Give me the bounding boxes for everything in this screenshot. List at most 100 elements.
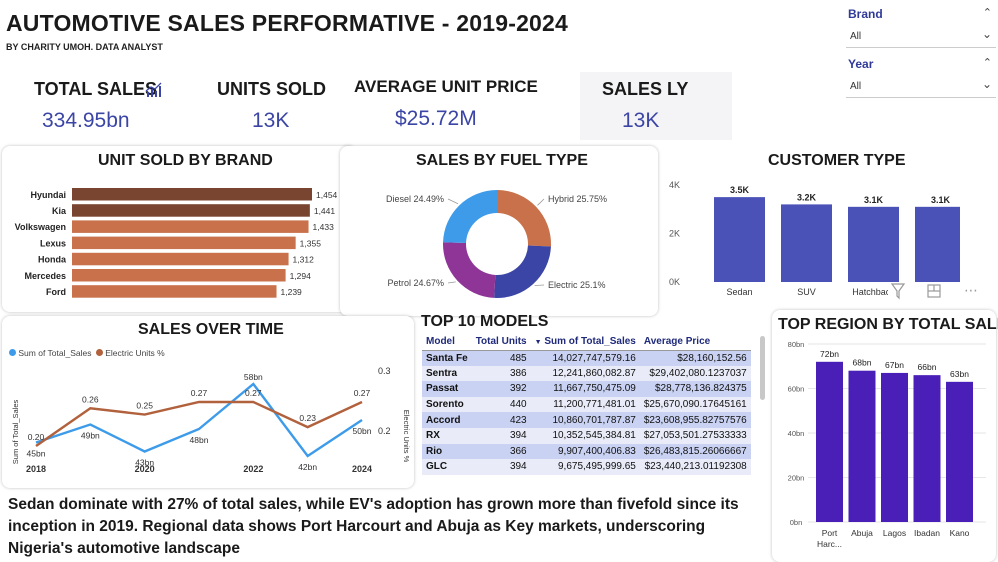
time-chart-panel[interactable]: SALES OVER TIME Sum of Total_Sales Elect…: [2, 316, 414, 488]
customer-y-tick: 0K: [669, 277, 680, 287]
brand-category-label: Mercedes: [24, 271, 66, 281]
customer-value-label: 3.1K: [931, 195, 951, 205]
brand-chart-panel[interactable]: UNIT SOLD BY BRAND Hyundai 1,454 Kia 1,441 V…: [2, 146, 356, 312]
col-model[interactable]: Model: [422, 334, 472, 351]
kpi-total-sales[interactable]: TOTAL SALES 334.95bn: [0, 72, 200, 140]
cell-total-sales: 10,860,701,787.87: [530, 412, 640, 428]
fuel-leader-line: [447, 281, 456, 284]
cell-average-price: $23,440,213.01192308: [639, 459, 751, 475]
col-total-units[interactable]: Total Units: [471, 334, 531, 351]
cell-average-price: $25,670,090.17645161: [639, 396, 751, 413]
brand-bar: [72, 188, 312, 201]
kpi-average-unit-price[interactable]: AVERAGE UNIT PRICE $25.72M: [345, 72, 575, 140]
fuel-donut-chart[interactable]: Hybrid 25.75% Electric 25.1% Petrol 24.67%…: [340, 172, 658, 316]
electric-data-label: 0.20: [28, 432, 45, 442]
chevron-down-icon[interactable]: ⌄: [982, 27, 992, 41]
region-category-label: Lagos: [883, 528, 906, 538]
region-value-label: 72bn: [820, 349, 839, 359]
legend-dot-sales: [9, 349, 16, 356]
cell-total-sales: 9,907,400,406.83: [530, 443, 640, 460]
time-line-chart[interactable]: Sum of Total_Sales Electric Units % 0.3 0.2…: [2, 358, 414, 488]
kpi-units-sold[interactable]: UNITS SOLD 13K: [200, 72, 340, 140]
table-row[interactable]: GLC 394 9,675,495,999.65 $23,440,213.011923…: [422, 459, 751, 475]
col-sum-total-sales[interactable]: ▼ Sum of Total_Sales: [530, 334, 640, 351]
table-row[interactable]: Accord 423 10,860,701,787.87 $23,608,955.82…: [422, 412, 751, 428]
visual-toolbar[interactable]: ⋯: [888, 282, 978, 302]
chevron-down-icon[interactable]: ⌄: [982, 77, 992, 91]
table-row[interactable]: Rio 366 9,907,400,406.83 $26,483,815.260666…: [422, 443, 751, 460]
cell-average-price: $23,608,955.82757576: [639, 412, 751, 428]
brand-chart-title: UNIT SOLD BY BRAND: [98, 152, 273, 169]
cell-model: Sentra: [422, 365, 472, 382]
brand-value-label: 1,433: [313, 222, 335, 232]
kpi-total-sales-value: 334.95bn: [42, 109, 130, 132]
brand-category-label: Hyundai: [30, 190, 66, 200]
fuel-chart-panel[interactable]: SALES BY FUEL TYPE Hybrid 25.75% Electric…: [340, 146, 658, 316]
electric-data-label: 0.27: [191, 388, 208, 398]
year-slicer[interactable]: Year ⌃ All ⌄: [846, 56, 996, 98]
electric-data-label: 0.27: [354, 388, 371, 398]
table-header-row: Model Total Units ▼ Sum of Total_Sales A…: [422, 334, 751, 351]
brand-bar-chart[interactable]: Hyundai 1,454 Kia 1,441 Volkswagen 1,433 Lexus…: [2, 176, 356, 310]
brand-category-label: Honda: [38, 255, 67, 265]
region-bar: [848, 370, 876, 522]
table-row[interactable]: Santa Fe 485 14,027,747,579.16 $28,160,152.…: [422, 350, 751, 366]
customer-chart-title: CUSTOMER TYPE: [768, 152, 906, 169]
fuel-leader-line: [447, 198, 459, 205]
table-row[interactable]: Sorento 440 11,200,771,481.01 $25,670,090.1…: [422, 396, 751, 413]
scrollbar[interactable]: [760, 336, 765, 400]
region-y-tick: 0bn: [790, 518, 803, 527]
time-chart-title: SALES OVER TIME: [138, 321, 284, 338]
brand-value-label: 1,294: [290, 271, 312, 281]
sales-data-label: 48bn: [190, 435, 209, 445]
focus-mode-icon[interactable]: [926, 283, 942, 299]
line-legend: Sum of Total_Sales Electric Units %: [9, 348, 165, 358]
fuel-slice-label: Hybrid 25.75%: [548, 194, 607, 204]
chevron-up-icon[interactable]: ⌃: [983, 6, 992, 19]
legend-sales-label: Sum of Total_Sales: [18, 348, 92, 358]
fuel-slice-label: Diesel 24.49%: [386, 194, 444, 204]
cell-model: Sorento: [422, 396, 472, 413]
trend-chart-icon: [145, 82, 162, 97]
region-bar: [913, 375, 941, 522]
fuel-slice: [443, 242, 496, 298]
time-x-tick: 2018: [26, 464, 46, 474]
brand-slicer-label: Brand: [848, 7, 883, 21]
cell-total-units: 394: [471, 459, 531, 475]
year-slicer-label: Year: [848, 57, 874, 71]
filter-icon[interactable]: [890, 282, 906, 300]
fuel-slice: [443, 190, 497, 244]
fuel-leader-line: [534, 284, 545, 286]
cell-model: Rio: [422, 443, 472, 460]
kpi-sales-ly[interactable]: SALES LY 13K: [580, 72, 732, 140]
cell-average-price: $28,160,152.56: [639, 350, 751, 366]
time-y2-tick: 0.2: [378, 426, 391, 436]
year-dropdown[interactable]: All ⌄: [846, 76, 996, 98]
cell-total-units: 386: [471, 365, 531, 382]
time-x-tick: 2020: [135, 464, 155, 474]
cell-model: Santa Fe: [422, 350, 472, 366]
cell-total-units: 485: [471, 350, 531, 366]
kpi-units-sold-label: UNITS SOLD: [217, 79, 327, 99]
brand-category-label: Volkswagen: [15, 222, 66, 232]
region-chart-panel[interactable]: TOP REGION BY TOTAL SALE 0bn 20bn 40bn 60bn…: [772, 310, 998, 562]
top-models-panel[interactable]: TOP 10 MODELS Model Total Units ▼ Sum of…: [418, 310, 766, 482]
region-bar-chart[interactable]: 0bn 20bn 40bn 60bn 80bn 72bn PortHarc... 68bn Ab…: [772, 338, 996, 560]
fuel-slice: [497, 190, 551, 247]
region-category-label: Ibadan: [914, 528, 940, 538]
table-row[interactable]: RX 394 10,352,545,384.81 $27,053,501.275333…: [422, 427, 751, 444]
brand-dropdown[interactable]: All ⌄: [846, 26, 996, 48]
table-row[interactable]: Sentra 386 12,241,860,082.87 $29,402,080.12…: [422, 365, 751, 382]
col-average-price[interactable]: Average Price: [639, 334, 751, 351]
brand-bar: [72, 220, 309, 233]
cell-model: Passat: [422, 381, 472, 397]
table-row[interactable]: Passat 392 11,667,750,475.09 $28,778,136.82…: [422, 381, 751, 397]
more-options-icon[interactable]: ⋯: [964, 282, 979, 299]
brand-value-label: 1,441: [314, 206, 336, 216]
region-y-tick: 20bn: [788, 474, 805, 483]
region-value-label: 68bn: [853, 358, 872, 368]
electric-data-label: 0.23: [299, 413, 316, 423]
brand-slicer[interactable]: Brand ⌃ All ⌄: [846, 6, 996, 48]
chevron-up-icon[interactable]: ⌃: [983, 56, 992, 69]
customer-value-label: 3.5K: [730, 185, 750, 195]
